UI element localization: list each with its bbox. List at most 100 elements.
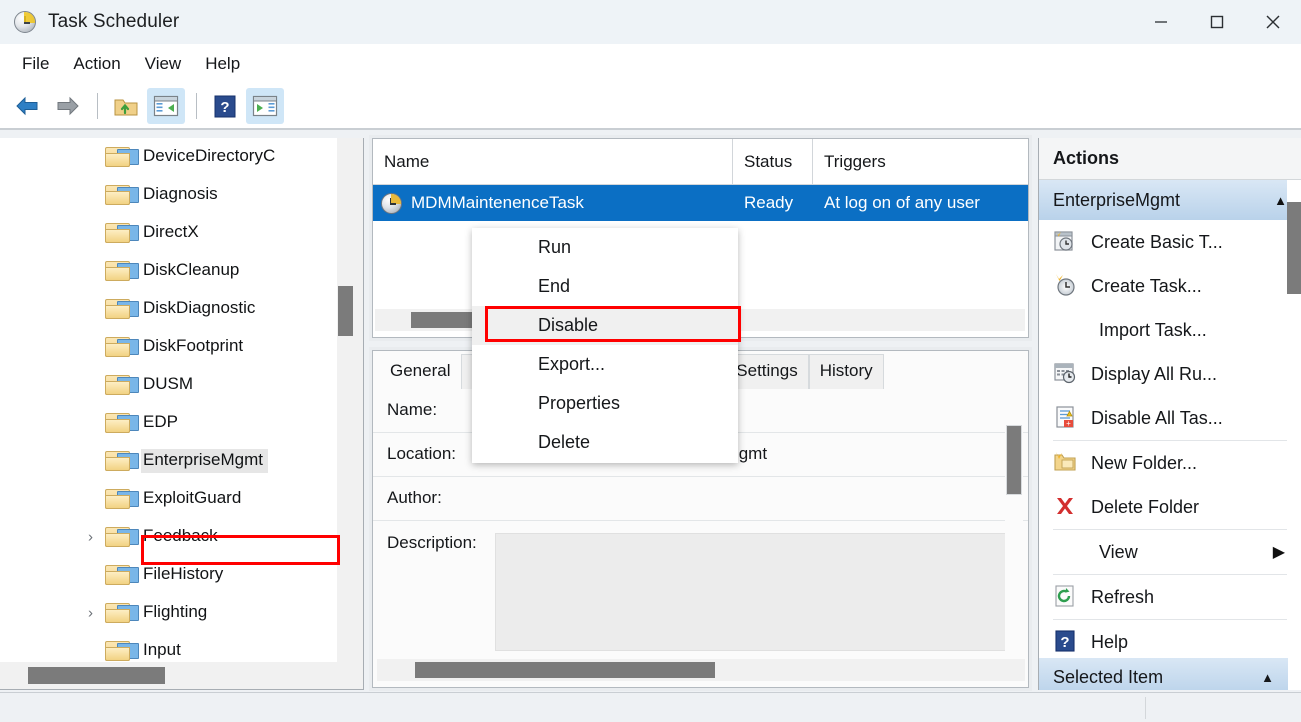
tree-item-diskfootprint[interactable]: DiskFootprint: [0, 328, 345, 366]
action-item-import-task[interactable]: Import Task...: [1039, 308, 1301, 352]
details-horizontal-scrollbar[interactable]: [377, 659, 1025, 681]
menu-view[interactable]: View: [133, 50, 194, 78]
folder-icon: [105, 527, 139, 547]
action-item-create-basic-t[interactable]: Create Basic T...: [1039, 220, 1301, 264]
description-field[interactable]: [495, 533, 1008, 651]
tree-item-label: ExploitGuard: [143, 488, 242, 508]
context-menu-item-properties[interactable]: Properties: [472, 384, 738, 423]
action-item-label: View: [1099, 541, 1138, 562]
action-item-label: Delete Folder: [1091, 496, 1200, 517]
close-icon[interactable]: [1245, 0, 1301, 44]
actions-vertical-scroll-thumb[interactable]: [1287, 202, 1301, 294]
tree-item-label: FileHistory: [143, 564, 224, 584]
menu-help[interactable]: Help: [193, 50, 252, 78]
folder-icon: [105, 489, 139, 509]
toolbar-separator-1: [97, 93, 98, 119]
column-header-name[interactable]: Name: [373, 139, 733, 185]
action-item-display-all-ru[interactable]: Display All Ru...: [1039, 352, 1301, 396]
action-item-delete-folder[interactable]: Delete Folder: [1039, 485, 1301, 529]
window-title: Task Scheduler: [48, 11, 180, 32]
folder-icon: [105, 147, 139, 167]
tree-item-label: DeviceDirectoryC: [143, 146, 276, 166]
tree-item-label: DUSM: [143, 374, 194, 394]
action-item-view[interactable]: View ▶: [1039, 530, 1301, 574]
task-triggers-cell: At log on of any user: [824, 193, 980, 212]
show-hide-console-tree-icon[interactable]: [147, 88, 185, 124]
tree-item-dusm[interactable]: DUSM: [0, 366, 345, 404]
tree-item-label: Diagnosis: [143, 184, 218, 204]
tree-item-devicedirectoryc[interactable]: DeviceDirectoryC: [0, 138, 345, 176]
folder-icon: [105, 185, 139, 205]
tree-item-diskdiagnostic[interactable]: DiskDiagnostic: [0, 290, 345, 328]
action-item-label: Create Basic T...: [1091, 231, 1223, 252]
tree-item-diagnosis[interactable]: Diagnosis: [0, 176, 345, 214]
tree-item-exploitguard[interactable]: ExploitGuard: [0, 480, 345, 518]
tree-item-enterprisemgmt[interactable]: EnterpriseMgmt: [0, 442, 345, 480]
context-menu-item-delete[interactable]: Delete: [472, 423, 738, 462]
disable-all-tasks-history-icon: +: [1053, 405, 1079, 431]
tree-item-label: EnterpriseMgmt: [141, 449, 268, 473]
maximize-icon[interactable]: [1189, 0, 1245, 44]
tree-item-input[interactable]: Input: [0, 632, 345, 662]
delete-folder-icon: [1053, 494, 1079, 520]
back-icon[interactable]: [8, 88, 46, 124]
tree-item-filehistory[interactable]: FileHistory: [0, 556, 345, 594]
task-list-header: Name Status Triggers: [373, 139, 1028, 185]
table-row[interactable]: MDMMaintenenceTask Ready At log on of an…: [373, 185, 1028, 221]
column-header-triggers[interactable]: Triggers: [813, 139, 1028, 185]
tree-item-flighting[interactable]: › Flighting: [0, 594, 345, 632]
tree-item-feedback[interactable]: › Feedback: [0, 518, 345, 556]
display-all-running-tasks-icon: [1053, 361, 1079, 387]
minimize-icon[interactable]: [1133, 0, 1189, 44]
context-menu-item-export[interactable]: Export...: [472, 345, 738, 384]
action-item-label: New Folder...: [1091, 452, 1198, 473]
details-horizontal-scroll-thumb[interactable]: [415, 662, 715, 678]
help-icon[interactable]: ?: [206, 88, 244, 124]
tree-item-directx[interactable]: DirectX: [0, 214, 345, 252]
chevron-up-icon-2[interactable]: ▲: [1261, 670, 1274, 685]
context-menu-item-run[interactable]: Run: [472, 228, 738, 267]
folder-icon: [105, 565, 139, 585]
folder-tree[interactable]: DeviceDirectoryC Diagnosis DirectX DiskClea…: [0, 138, 345, 662]
task-scheduler-window: Task Scheduler File Action View Help ? D…: [0, 0, 1301, 722]
expander-icon[interactable]: ›: [88, 530, 93, 545]
tree-item-diskcleanup[interactable]: DiskCleanup: [0, 252, 345, 290]
forward-icon[interactable]: [48, 88, 86, 124]
tab-history[interactable]: History: [808, 354, 884, 389]
expander-icon[interactable]: ›: [88, 606, 93, 621]
detail-label-description: Description:: [387, 533, 477, 552]
svg-text:+: +: [1066, 419, 1071, 428]
actions-group-header-selected-item[interactable]: Selected Item ▲: [1039, 658, 1288, 690]
up-folder-icon[interactable]: [107, 88, 145, 124]
context-menu-item-disable[interactable]: Disable: [472, 306, 738, 345]
folder-icon: [105, 413, 139, 433]
submenu-arrow-icon[interactable]: ▶: [1273, 542, 1285, 562]
menu-action[interactable]: Action: [61, 50, 132, 78]
create-basic-task-icon: [1053, 229, 1079, 255]
actions-vertical-scrollbar[interactable]: [1287, 180, 1301, 690]
tree-item-label: DiskFootprint: [143, 336, 244, 356]
chevron-up-icon[interactable]: ▲: [1274, 193, 1287, 208]
action-item-refresh[interactable]: Refresh: [1039, 575, 1301, 619]
tree-vertical-scrollbar[interactable]: [337, 138, 354, 662]
tree-vertical-scroll-thumb[interactable]: [338, 286, 353, 336]
task-context-menu: Run End Disable Export... Properties Delete: [472, 228, 738, 463]
action-item-disable-all-tas[interactable]: + Disable All Tas...: [1039, 396, 1301, 440]
action-item-label: Import Task...: [1099, 319, 1207, 340]
details-vertical-scrollbar[interactable]: [1005, 391, 1023, 653]
actions-pane-title: Actions: [1039, 138, 1301, 180]
actions-group-header-enterprisemgmt[interactable]: EnterpriseMgmt ▲: [1039, 180, 1301, 220]
action-item-new-folder[interactable]: New Folder...: [1039, 441, 1301, 485]
column-header-status[interactable]: Status: [733, 139, 813, 185]
details-vertical-scroll-thumb[interactable]: [1006, 425, 1022, 495]
tree-horizontal-scroll-thumb[interactable]: [28, 667, 165, 684]
tree-item-edp[interactable]: EDP: [0, 404, 345, 442]
actions-pane: Actions EnterpriseMgmt ▲ Create Basic T.…: [1038, 138, 1301, 690]
tree-horizontal-scrollbar[interactable]: [0, 663, 345, 687]
tree-item-label: DiskDiagnostic: [143, 298, 256, 318]
action-item-create-task[interactable]: Create Task...: [1039, 264, 1301, 308]
show-hide-action-pane-icon[interactable]: [246, 88, 284, 124]
context-menu-item-end[interactable]: End: [472, 267, 738, 306]
menu-file[interactable]: File: [10, 50, 61, 78]
tab-general[interactable]: General: [379, 354, 462, 389]
